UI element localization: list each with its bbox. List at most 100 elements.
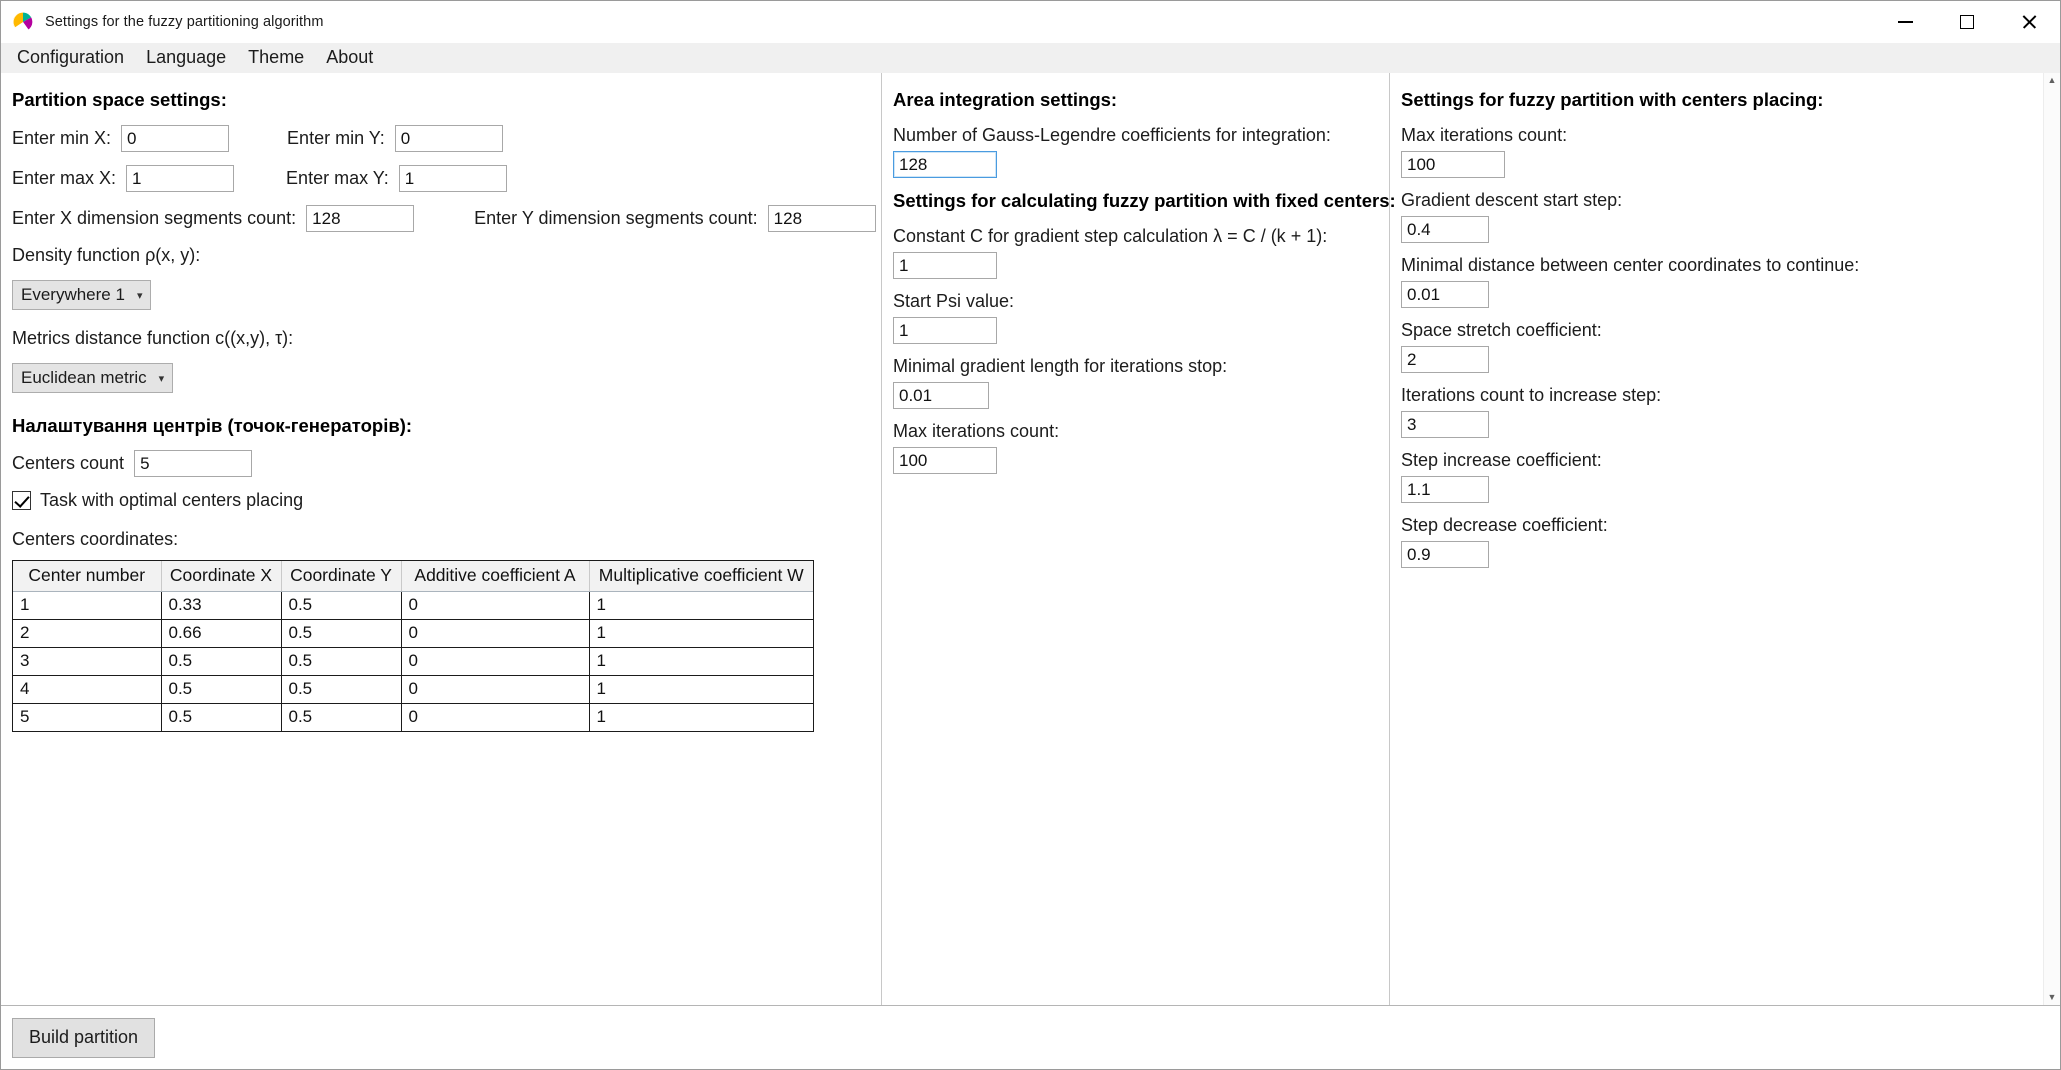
step-increase-input[interactable] bbox=[1401, 476, 1489, 503]
max-y-input[interactable] bbox=[398, 165, 507, 192]
gauss-legendre-group: Number of Gauss-Legendre coefficients fo… bbox=[893, 125, 1389, 178]
step-decrease-input[interactable] bbox=[1401, 541, 1489, 568]
close-button[interactable] bbox=[1998, 1, 2060, 43]
gauss-legendre-input[interactable] bbox=[893, 151, 997, 178]
menu-item-theme[interactable]: Theme bbox=[237, 44, 315, 71]
segments-row: Enter X dimension segments count: Enter … bbox=[12, 205, 881, 232]
menu-item-configuration[interactable]: Configuration bbox=[6, 44, 135, 71]
metric-function-value: Euclidean metric bbox=[21, 368, 147, 387]
cell-center-number[interactable]: 2 bbox=[13, 619, 162, 648]
cell-coordinate-y[interactable]: 0.5 bbox=[281, 619, 402, 648]
partition-space-panel: Partition space settings: Enter min X: E… bbox=[1, 73, 881, 1005]
iterations-increase-input[interactable] bbox=[1401, 411, 1489, 438]
cell-center-number[interactable]: 5 bbox=[13, 703, 162, 731]
cell-multiplicative-coefficient[interactable]: 1 bbox=[589, 675, 813, 704]
gradient-start-step-input[interactable] bbox=[1401, 216, 1489, 243]
centers-table-header-row: Center number Coordinate X Coordinate Y … bbox=[13, 561, 813, 592]
min-distance-label: Minimal distance between center coordina… bbox=[1401, 255, 1860, 275]
min-gradient-label: Minimal gradient length for iterations s… bbox=[893, 356, 1228, 376]
column-header-multiplicative-coefficient[interactable]: Multiplicative coefficient W bbox=[589, 561, 813, 592]
vertical-scrollbar[interactable]: ▲ ▼ bbox=[2043, 73, 2060, 1005]
cell-coordinate-x[interactable]: 0.33 bbox=[161, 591, 282, 620]
cell-additive-coefficient[interactable]: 0 bbox=[401, 619, 590, 648]
cell-center-number[interactable]: 3 bbox=[13, 647, 162, 676]
cell-coordinate-x[interactable]: 0.5 bbox=[161, 703, 282, 731]
space-stretch-group: Space stretch coefficient: bbox=[1401, 320, 2060, 373]
cell-coordinate-x[interactable]: 0.5 bbox=[161, 675, 282, 704]
cell-additive-coefficient[interactable]: 0 bbox=[401, 647, 590, 676]
optimal-centers-checkbox-row[interactable]: Task with optimal centers placing bbox=[12, 490, 881, 511]
cell-coordinate-y[interactable]: 0.5 bbox=[281, 647, 402, 676]
cell-coordinate-y[interactable]: 0.5 bbox=[281, 703, 402, 731]
segments-y-input[interactable] bbox=[767, 205, 876, 232]
centers-table-container[interactable]: Center number Coordinate X Coordinate Y … bbox=[12, 560, 814, 732]
iterations-increase-group: Iterations count to increase step: bbox=[1401, 385, 2060, 438]
cell-multiplicative-coefficient[interactable]: 1 bbox=[589, 703, 813, 731]
cell-multiplicative-coefficient[interactable]: 1 bbox=[589, 647, 813, 676]
cell-coordinate-x[interactable]: 0.5 bbox=[161, 647, 282, 676]
segments-x-input[interactable] bbox=[306, 205, 415, 232]
min-x-input[interactable] bbox=[121, 125, 230, 152]
start-psi-input[interactable] bbox=[893, 317, 997, 344]
scroll-down-icon[interactable]: ▼ bbox=[2048, 993, 2057, 1002]
cell-center-number[interactable]: 4 bbox=[13, 675, 162, 704]
menu-item-about[interactable]: About bbox=[315, 44, 384, 71]
max-x-input[interactable] bbox=[126, 165, 235, 192]
cell-coordinate-y[interactable]: 0.5 bbox=[281, 591, 402, 620]
table-row[interactable]: 2 0.66 0.5 0 1 bbox=[13, 619, 813, 648]
cell-coordinate-x[interactable]: 0.66 bbox=[161, 619, 282, 648]
table-row[interactable]: 1 0.33 0.5 0 1 bbox=[13, 591, 813, 620]
cell-coordinate-y[interactable]: 0.5 bbox=[281, 675, 402, 704]
column-header-additive-coefficient[interactable]: Additive coefficient A bbox=[401, 561, 590, 592]
gradient-start-step-group: Gradient descent start step: bbox=[1401, 190, 2060, 243]
optimal-centers-checkbox[interactable] bbox=[12, 491, 31, 510]
min-distance-input[interactable] bbox=[1401, 281, 1489, 308]
right-max-iterations-input[interactable] bbox=[1401, 151, 1505, 178]
step-decrease-group: Step decrease coefficient: bbox=[1401, 515, 2060, 568]
centers-placing-heading: Settings for fuzzy partition with center… bbox=[1401, 89, 1824, 110]
title-bar: Settings for the fuzzy partitioning algo… bbox=[1, 1, 2060, 43]
minimize-button[interactable] bbox=[1874, 1, 1936, 43]
partition-space-heading: Partition space settings: bbox=[12, 89, 227, 110]
min-x-label: Enter min X: bbox=[12, 128, 112, 148]
start-psi-group: Start Psi value: bbox=[893, 291, 1389, 344]
centers-count-input[interactable] bbox=[134, 450, 253, 477]
window-controls bbox=[1874, 1, 2060, 43]
space-stretch-input[interactable] bbox=[1401, 346, 1489, 373]
min-y-input[interactable] bbox=[394, 125, 503, 152]
max-xy-row: Enter max X: Enter max Y: bbox=[12, 165, 881, 192]
menu-item-language[interactable]: Language bbox=[135, 44, 237, 71]
constant-c-input[interactable] bbox=[893, 252, 997, 279]
window-title: Settings for the fuzzy partitioning algo… bbox=[45, 14, 324, 30]
maximize-button[interactable] bbox=[1936, 1, 1998, 43]
cell-center-number[interactable]: 1 bbox=[13, 591, 162, 620]
app-window: Settings for the fuzzy partitioning algo… bbox=[0, 0, 2061, 1070]
table-row[interactable]: 3 0.5 0.5 0 1 bbox=[13, 647, 813, 676]
step-increase-group: Step increase coefficient: bbox=[1401, 450, 2060, 503]
table-row[interactable]: 5 0.5 0.5 0 1 bbox=[13, 703, 813, 731]
column-header-center-number[interactable]: Center number bbox=[13, 561, 162, 592]
table-row[interactable]: 4 0.5 0.5 0 1 bbox=[13, 675, 813, 704]
cell-additive-coefficient[interactable]: 0 bbox=[401, 591, 590, 620]
right-max-iterations-label: Max iterations count: bbox=[1401, 125, 1568, 145]
centers-table-head: Center number Coordinate X Coordinate Y … bbox=[13, 561, 813, 592]
centers-coordinates-label: Centers coordinates: bbox=[12, 529, 179, 549]
metric-function-select[interactable]: Euclidean metric ▾ bbox=[12, 363, 174, 393]
area-integration-panel: Area integration settings: Number of Gau… bbox=[881, 73, 1396, 1005]
centers-table-body: 1 0.33 0.5 0 1 2 0.66 0.5 0 1 3 0.5 0.5 … bbox=[13, 591, 813, 731]
cell-additive-coefficient[interactable]: 0 bbox=[401, 675, 590, 704]
cell-multiplicative-coefficient[interactable]: 1 bbox=[589, 591, 813, 620]
column-header-coordinate-y[interactable]: Coordinate Y bbox=[281, 561, 402, 592]
min-gradient-input[interactable] bbox=[893, 382, 989, 409]
column-header-coordinate-x[interactable]: Coordinate X bbox=[161, 561, 282, 592]
density-function-select[interactable]: Everywhere 1 ▾ bbox=[12, 280, 152, 310]
space-stretch-label: Space stretch coefficient: bbox=[1401, 320, 1602, 340]
cell-additive-coefficient[interactable]: 0 bbox=[401, 703, 590, 731]
fixed-centers-heading: Settings for calculating fuzzy partition… bbox=[893, 190, 1396, 211]
cell-multiplicative-coefficient[interactable]: 1 bbox=[589, 619, 813, 648]
scroll-up-icon[interactable]: ▲ bbox=[2048, 76, 2057, 85]
max-y-label: Enter max Y: bbox=[286, 168, 389, 188]
middle-max-iterations-input[interactable] bbox=[893, 447, 997, 474]
minimize-icon bbox=[1897, 21, 1913, 23]
build-partition-button[interactable]: Build partition bbox=[12, 1017, 156, 1058]
